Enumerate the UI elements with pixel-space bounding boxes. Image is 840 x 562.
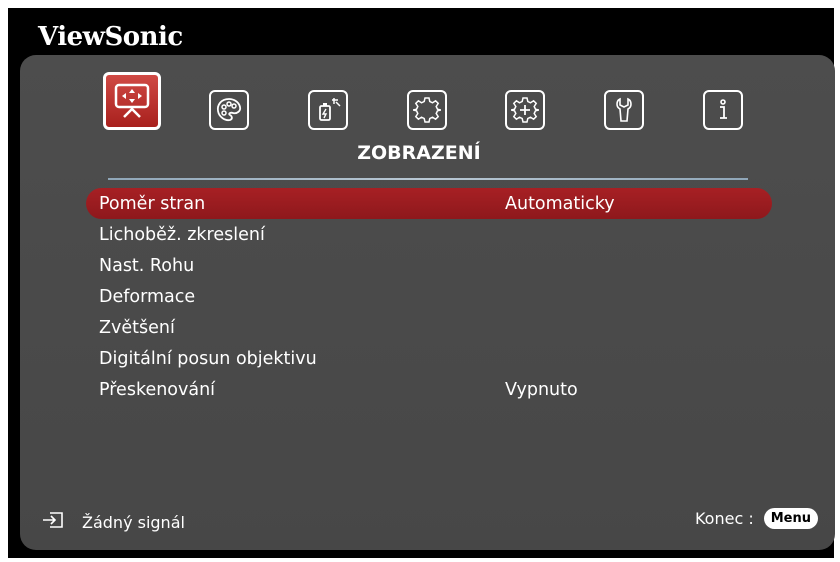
- wrench-icon: [610, 96, 638, 124]
- menu-item-label: Digitální posun objektivu: [99, 348, 317, 369]
- input-source-icon: [42, 512, 64, 532]
- tab-settings[interactable]: [604, 90, 644, 130]
- menu-item-overscan[interactable]: Přeskenování Vypnuto: [86, 374, 772, 405]
- info-icon: [709, 96, 737, 124]
- menu-item-zoom[interactable]: Zvětšení: [86, 312, 772, 343]
- menu-item-label: Poměr stran: [99, 193, 206, 214]
- menu-item-label: Lichoběž. zkreslení: [99, 224, 265, 245]
- menu-item-corner-adjust[interactable]: Nast. Rohu: [86, 250, 772, 281]
- menu-item-label: Přeskenování: [99, 379, 216, 400]
- gear-icon: [413, 96, 441, 124]
- display-icon: [112, 81, 152, 121]
- menu-item-value: Vypnuto: [505, 379, 578, 400]
- menu-item-warping[interactable]: Deformace: [86, 281, 772, 312]
- menu-item-value: Automaticky: [505, 193, 615, 214]
- brand-logo: ViewSonic: [38, 22, 183, 52]
- section-title: ZOBRAZENÍ: [357, 142, 481, 164]
- tab-basic[interactable]: [407, 90, 447, 130]
- title-divider: [108, 178, 748, 180]
- menu-item-aspect-ratio[interactable]: Poměr stran Automaticky: [86, 188, 772, 219]
- exit-hint: Konec : Menu: [695, 508, 818, 529]
- settings-menu: Poměr stran Automaticky Lichoběž. zkresl…: [86, 188, 772, 405]
- palette-icon: [215, 96, 243, 124]
- advanced-gear-icon: [511, 96, 539, 124]
- exit-label: Konec :: [694, 509, 754, 528]
- menu-item-keystone[interactable]: Lichoběž. zkreslení: [86, 219, 772, 250]
- menu-item-label: Zvětšení: [99, 317, 175, 338]
- menu-item-lens-shift[interactable]: Digitální posun objektivu: [86, 343, 772, 374]
- tab-advanced[interactable]: [505, 90, 545, 130]
- tab-display[interactable]: [103, 72, 161, 130]
- signal-status: Žádný signál: [82, 512, 185, 532]
- menu-key-button[interactable]: Menu: [763, 508, 818, 529]
- tab-power[interactable]: [308, 90, 348, 130]
- power-management-icon: [314, 96, 342, 124]
- tab-image[interactable]: [209, 90, 249, 130]
- menu-item-label: Nast. Rohu: [99, 255, 195, 276]
- menu-item-label: Deformace: [99, 286, 196, 307]
- input-status: Žádný signál: [42, 512, 185, 532]
- tab-information[interactable]: [703, 90, 743, 130]
